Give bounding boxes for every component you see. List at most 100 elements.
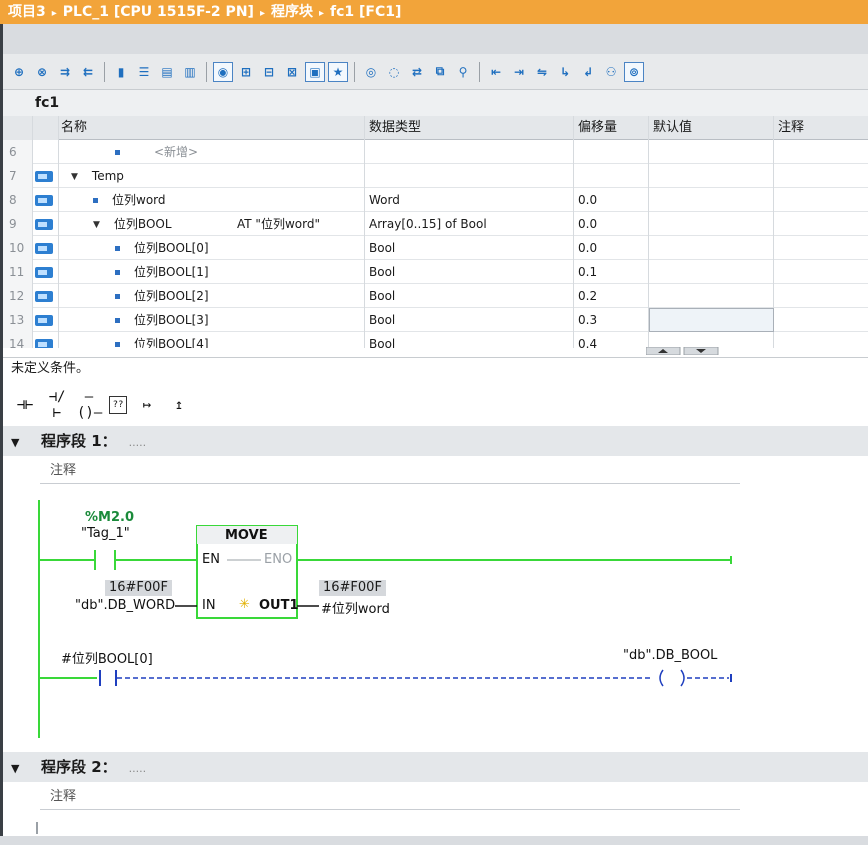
row-name-cell[interactable]: ▼ Temp <box>59 164 365 188</box>
row-default[interactable] <box>649 236 774 260</box>
filter-icon[interactable]: ⚲ <box>453 62 473 82</box>
header-comment[interactable]: 注释 <box>774 116 868 140</box>
contact-tag[interactable]: "Tag_1" <box>81 526 130 541</box>
call-icon[interactable]: ↳ <box>555 62 575 82</box>
interface-row[interactable]: 10 位列BOOL[0] Bool 0.0 <box>3 236 868 260</box>
row-type[interactable]: Word <box>365 188 574 212</box>
row-comment[interactable] <box>774 188 868 212</box>
row-default[interactable] <box>649 212 774 236</box>
watch-table-icon[interactable]: ⧉ <box>430 62 450 82</box>
open-branch-icon[interactable]: ↦ <box>135 397 159 413</box>
row-name-cell[interactable]: 位列BOOL[0] <box>59 236 365 260</box>
coil-icon[interactable]: –()– <box>77 389 102 421</box>
row-default[interactable] <box>649 164 774 188</box>
row-comment[interactable] <box>774 284 868 308</box>
close-branch-icon[interactable]: ↥ <box>167 397 191 413</box>
return-icon[interactable]: ↲ <box>578 62 598 82</box>
row-default[interactable] <box>649 284 774 308</box>
row-default[interactable] <box>649 188 774 212</box>
glasses-icon[interactable]: ⊚ <box>624 61 644 82</box>
row-default[interactable] <box>649 260 774 284</box>
outdent-icon[interactable]: ⇇ <box>78 62 98 82</box>
absolute-address-icon[interactable]: ▣ <box>305 61 325 82</box>
row-name-cell[interactable]: <新增> <box>59 140 365 164</box>
collapse-icon[interactable]: ▼ <box>11 754 41 784</box>
row-name-cell[interactable]: 位列BOOL[3] <box>59 308 365 332</box>
align-left-icon[interactable]: ⇥ <box>509 62 529 82</box>
header-type[interactable]: 数据类型 <box>365 116 574 140</box>
row-default[interactable] <box>649 140 774 164</box>
interface-row[interactable]: 14 位列BOOL[4] Bool 0.4 <box>3 332 868 348</box>
row-name-cell[interactable]: 位列BOOL[1] <box>59 260 365 284</box>
header-offset[interactable]: 偏移量 <box>574 116 649 140</box>
no-contact-icon[interactable]: ⊣⊢ <box>13 397 37 413</box>
row-type[interactable]: Bool <box>365 236 574 260</box>
row-type[interactable]: Bool <box>365 260 574 284</box>
row-type[interactable]: Bool <box>365 332 574 348</box>
goto-icon[interactable]: ⇤ <box>486 62 506 82</box>
align-right-icon[interactable]: ⇋ <box>532 62 552 82</box>
row-default[interactable] <box>649 308 774 332</box>
crossref-icon[interactable]: ⇄ <box>407 62 427 82</box>
row-comment[interactable] <box>774 140 868 164</box>
row-type[interactable]: Bool <box>365 284 574 308</box>
insert-row-icon[interactable]: ⊕ <box>9 62 29 82</box>
indent-icon[interactable]: ⇉ <box>55 62 75 82</box>
network-2-comment[interactable]: 注释 <box>40 784 740 810</box>
move-title[interactable]: MOVE <box>225 528 268 543</box>
breadcrumb-block[interactable]: fc1 [FC1] <box>330 4 401 20</box>
row-comment[interactable] <box>774 212 868 236</box>
interface-row[interactable]: 7 ▼ Temp <box>3 164 868 188</box>
row-type[interactable]: Array[0..15] of Bool <box>365 212 574 236</box>
scroll-nav[interactable] <box>646 347 726 355</box>
coil-2-operand[interactable]: "db".DB_BOOL <box>623 648 717 663</box>
breadcrumb-plc[interactable]: PLC_1 [CPU 1515F-2 PN] <box>63 4 254 20</box>
row-comment[interactable] <box>774 308 868 332</box>
interface-row[interactable]: 9 ▼ 位列BOOL AT "位列word" Array[0..15] of Bool 0… <box>3 212 868 236</box>
split-view-icon[interactable]: ▥ <box>180 62 200 82</box>
out-operand[interactable]: #位列word <box>321 598 390 617</box>
row-name-cell[interactable]: 位列BOOL[2] <box>59 284 365 308</box>
contact-2-operand[interactable]: #位列BOOL[0] <box>61 648 153 667</box>
row-name-cell[interactable]: ▼ 位列BOOL AT "位列word" <box>59 212 365 236</box>
row-comment[interactable] <box>774 260 868 284</box>
interface-row[interactable]: 6 <新增> <box>3 140 868 164</box>
expand-triangle-icon[interactable]: ▼ <box>93 213 100 237</box>
row-comment[interactable] <box>774 332 868 348</box>
network-collapse-icon[interactable]: ⊟ <box>259 62 279 82</box>
interface-row[interactable]: 11 位列BOOL[1] Bool 0.1 <box>3 260 868 284</box>
network-2-header[interactable]: ▼ 程序段 2：..... <box>3 752 868 782</box>
collapse-icon[interactable]: ▼ <box>11 428 41 458</box>
row-type[interactable]: Bool <box>365 308 574 332</box>
contact-address[interactable]: %M2.0 <box>85 510 134 525</box>
network-1-comment[interactable]: 注释 <box>40 458 740 484</box>
network-expand-icon[interactable]: ⊞ <box>236 62 256 82</box>
comment-toggle-icon[interactable]: ◉ <box>213 61 233 82</box>
monitor-off-icon[interactable]: ◌ <box>384 62 404 82</box>
in-operand[interactable]: "db".DB_WORD <box>75 598 175 613</box>
header-name[interactable]: 名称 <box>59 116 365 140</box>
row-type[interactable] <box>365 140 574 164</box>
empty-box-icon[interactable]: ?? <box>109 396 127 414</box>
users-icon[interactable]: ⚇ <box>601 62 621 82</box>
delete-row-icon[interactable]: ⊗ <box>32 62 52 82</box>
interface-row[interactable]: 12 位列BOOL[2] Bool 0.2 <box>3 284 868 308</box>
expand-triangle-icon[interactable]: ▼ <box>71 165 78 189</box>
breadcrumb-project[interactable]: 项目3 <box>8 4 46 20</box>
row-name-cell[interactable]: 位列BOOL[4] <box>59 332 365 348</box>
row-name-cell[interactable]: 位列word <box>59 188 365 212</box>
nc-contact-icon[interactable]: ⊣/⊢ <box>45 389 69 421</box>
row-type[interactable] <box>365 164 574 188</box>
interface-row[interactable]: 8 位列word Word 0.0 <box>3 188 868 212</box>
list-view-icon[interactable]: ☰ <box>134 62 154 82</box>
favorites-icon[interactable]: ★ <box>328 61 348 82</box>
monitor-on-icon[interactable]: ◎ <box>361 62 381 82</box>
network-toggle-icon[interactable]: ⊠ <box>282 62 302 82</box>
row-default[interactable] <box>649 332 774 348</box>
row-comment[interactable] <box>774 236 868 260</box>
header-default[interactable]: 默认值 <box>649 116 774 140</box>
breadcrumb-program-blocks[interactable]: 程序块 <box>271 4 313 20</box>
separator-small-icon[interactable]: ▮ <box>111 62 131 82</box>
row-comment[interactable] <box>774 164 868 188</box>
network-1-header[interactable]: ▼ 程序段 1：..... <box>3 426 868 456</box>
